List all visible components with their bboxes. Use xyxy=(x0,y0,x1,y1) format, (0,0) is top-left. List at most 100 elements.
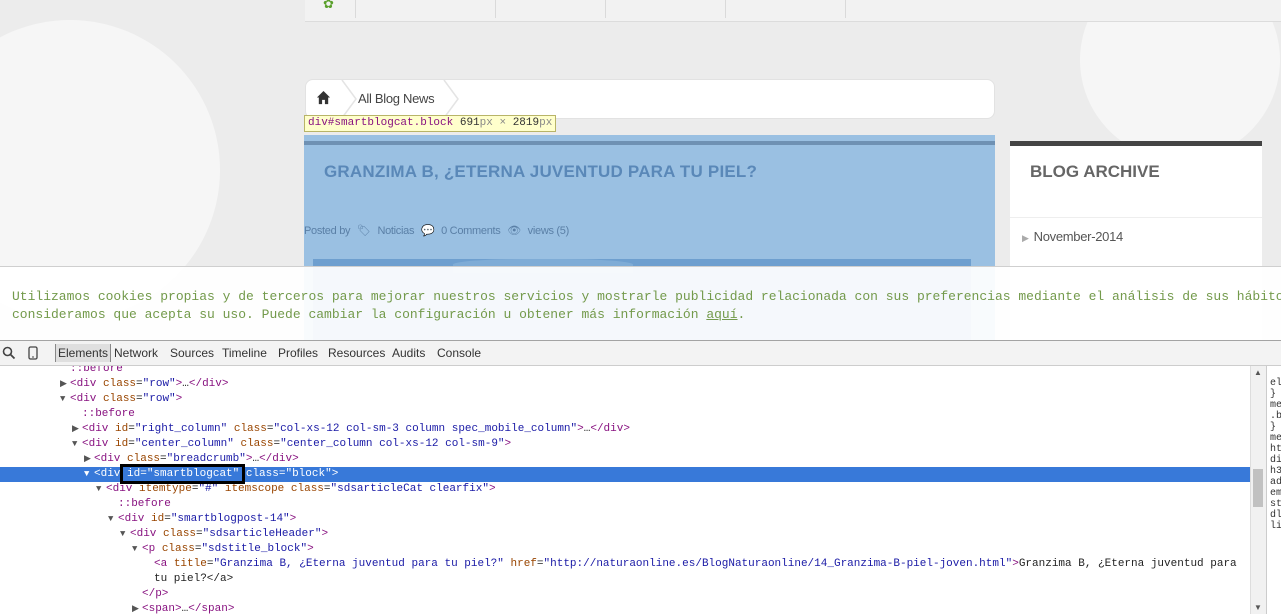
tab-profiles[interactable]: Profiles xyxy=(278,346,318,360)
tooltip-times: × xyxy=(499,117,507,129)
tooltip-selector: div#smartblogcat.block xyxy=(308,117,454,129)
style-rule-fragment: } xyxy=(1270,389,1277,400)
webpage-viewport: ✿ All Blog News GRANZIMA B, ¿ETERNA JUVE… xyxy=(0,0,1281,340)
dom-node[interactable]: ▼ <div itemtype="#" itemscope class="sdsa… xyxy=(0,482,1250,497)
archive-top-bar xyxy=(1010,141,1262,146)
archive-title: BLOG ARCHIVE xyxy=(1030,162,1160,181)
cookie-banner: Utilizamos cookies propias y de terceros… xyxy=(0,266,1281,340)
scroll-up-icon[interactable]: ▲ xyxy=(1254,368,1262,377)
devtools-toolbar: Elements Network Sources Timeline Profiles Re… xyxy=(0,341,1281,366)
style-rule-fragment: me xyxy=(1270,433,1281,444)
archive-divider xyxy=(1010,217,1262,218)
dom-node[interactable]: ▼ <div id="smartblogpost-14"> xyxy=(0,512,1250,527)
tab-timeline[interactable]: Timeline xyxy=(222,346,267,360)
style-rule-fragment: ad xyxy=(1270,477,1281,488)
background-bokeh xyxy=(1080,0,1280,160)
breadcrumb-separator-icon xyxy=(341,80,357,118)
tab-sources[interactable]: Sources xyxy=(170,346,214,360)
post-title[interactable]: GRANZIMA B, ¿ETERNA JUVENTUD PARA TU PIE… xyxy=(324,162,757,182)
expand-down-icon[interactable]: ▼ xyxy=(108,512,118,527)
chevron-right-icon: ▶ xyxy=(1022,233,1029,243)
dom-node[interactable]: ▶ <div id="right_column" class="col-xs-12… xyxy=(0,422,1250,437)
style-rule-fragment: } xyxy=(1270,422,1277,433)
tab-console[interactable]: Console xyxy=(437,346,481,360)
dom-node[interactable]: ▼ <p class="sdstitle_block"> xyxy=(0,542,1250,557)
dom-node[interactable]: ▶ <div class="row">…</div> xyxy=(0,377,1250,392)
expand-down-icon[interactable]: ▼ xyxy=(84,467,94,482)
expand-down-icon[interactable]: ▼ xyxy=(120,527,130,542)
dom-node[interactable]: </p> xyxy=(0,587,1250,602)
device-mode-icon[interactable] xyxy=(26,346,40,360)
expand-right-icon[interactable]: ▶ xyxy=(72,422,82,437)
post-top-bar xyxy=(304,141,995,145)
inspect-tooltip: div#smartblogcat.block 691px × 2819px xyxy=(304,115,557,132)
tooltip-unit: px xyxy=(539,117,553,129)
dom-node[interactable]: ▼ <div class="row"> xyxy=(0,392,1250,407)
dom-node[interactable]: ▼ <div id="center_column" class="center_c… xyxy=(0,437,1250,452)
nav-divider xyxy=(845,0,846,18)
dom-node[interactable]: ::before xyxy=(0,407,1250,422)
expand-down-icon[interactable]: ▼ xyxy=(72,437,82,452)
dom-node[interactable]: ▶ <span>…</span> xyxy=(0,602,1250,614)
style-rule-fragment: ht xyxy=(1270,444,1281,455)
scroll-down-icon[interactable]: ▼ xyxy=(1254,603,1262,612)
tooltip-unit: px xyxy=(479,117,493,129)
eye-icon: 👁 xyxy=(507,225,521,237)
scroll-thumb[interactable] xyxy=(1253,469,1263,507)
cookie-line-1: Utilizamos cookies propias y de terceros… xyxy=(12,289,1281,304)
breadcrumb: All Blog News xyxy=(305,79,995,119)
breadcrumb-separator-icon xyxy=(443,80,459,118)
comment-icon: 💬 xyxy=(420,225,435,237)
tab-elements[interactable]: Elements xyxy=(55,344,112,362)
dom-node[interactable]: <a title="Granzima B, ¿Eterna juventud p… xyxy=(0,557,1250,572)
cookie-line-end: . xyxy=(737,307,746,322)
dom-node[interactable]: ▼ <div class="sdsarticleHeader"> xyxy=(0,527,1250,542)
tab-audits[interactable]: Audits xyxy=(392,346,425,360)
dom-node[interactable]: ::before xyxy=(0,366,1250,377)
expand-right-icon[interactable]: ▶ xyxy=(84,452,94,467)
cookie-line-2: consideramos que acepta su uso. Puede ca… xyxy=(12,307,707,322)
post-views: views (5) xyxy=(527,225,570,237)
style-rule-fragment: st xyxy=(1270,499,1281,510)
style-rule-fragment: di xyxy=(1270,455,1281,466)
dom-scrollbar[interactable]: ▲ ▼ xyxy=(1250,366,1266,614)
annotation-box xyxy=(120,464,245,484)
nav-divider xyxy=(605,0,606,18)
style-rule-fragment: em xyxy=(1270,488,1281,499)
expand-down-icon[interactable]: ▼ xyxy=(60,392,70,407)
home-icon[interactable] xyxy=(316,90,331,105)
leaf-icon[interactable]: ✿ xyxy=(323,0,334,12)
expand-down-icon[interactable]: ▼ xyxy=(132,542,142,557)
post-meta: Posted by 🏷 Noticias 💬 0 Comments 👁 view… xyxy=(304,224,573,237)
expand-right-icon[interactable]: ▶ xyxy=(60,377,70,392)
cookie-text: Utilizamos cookies propias y de terceros… xyxy=(12,288,1281,324)
dom-node[interactable]: ::before xyxy=(0,497,1250,512)
style-rule-fragment: el xyxy=(1270,378,1281,389)
nav-divider xyxy=(495,0,496,18)
tab-resources[interactable]: Resources xyxy=(328,346,385,360)
nav-divider xyxy=(725,0,726,18)
search-icon[interactable] xyxy=(2,346,16,360)
breadcrumb-current[interactable]: All Blog News xyxy=(358,91,435,106)
expand-right-icon[interactable]: ▶ xyxy=(132,602,142,614)
tag-icon: 🏷 xyxy=(357,225,371,237)
archive-item[interactable]: ▶ November-2014 xyxy=(1022,229,1123,244)
expand-down-icon[interactable]: ▼ xyxy=(96,482,106,497)
posted-by-label: Posted by xyxy=(304,225,351,237)
styles-pane[interactable]: el} me .b} me ht di h3 ad em st dl li xyxy=(1266,366,1281,614)
style-rule-fragment: .b xyxy=(1270,411,1281,422)
style-rule-fragment: h3 xyxy=(1270,466,1281,477)
style-rule-fragment: li xyxy=(1270,521,1281,532)
nav-divider xyxy=(355,0,356,18)
archive-item-label: November-2014 xyxy=(1033,229,1124,244)
cookie-more-info-link[interactable]: aquí xyxy=(706,307,737,322)
tooltip-height: 2819 xyxy=(512,117,540,129)
post-category[interactable]: Noticias xyxy=(377,225,414,237)
dom-tree[interactable]: ::before ▶ <div class="row">…</div> ▼ <div c… xyxy=(0,366,1250,614)
tab-network[interactable]: Network xyxy=(114,346,158,360)
dom-node[interactable]: tu piel?</a> xyxy=(0,572,1250,587)
top-navigation-bar: ✿ xyxy=(305,0,1281,22)
style-rule-fragment: me xyxy=(1270,400,1281,411)
style-rule-fragment: dl xyxy=(1270,510,1281,521)
post-comments[interactable]: 0 Comments xyxy=(441,225,501,237)
